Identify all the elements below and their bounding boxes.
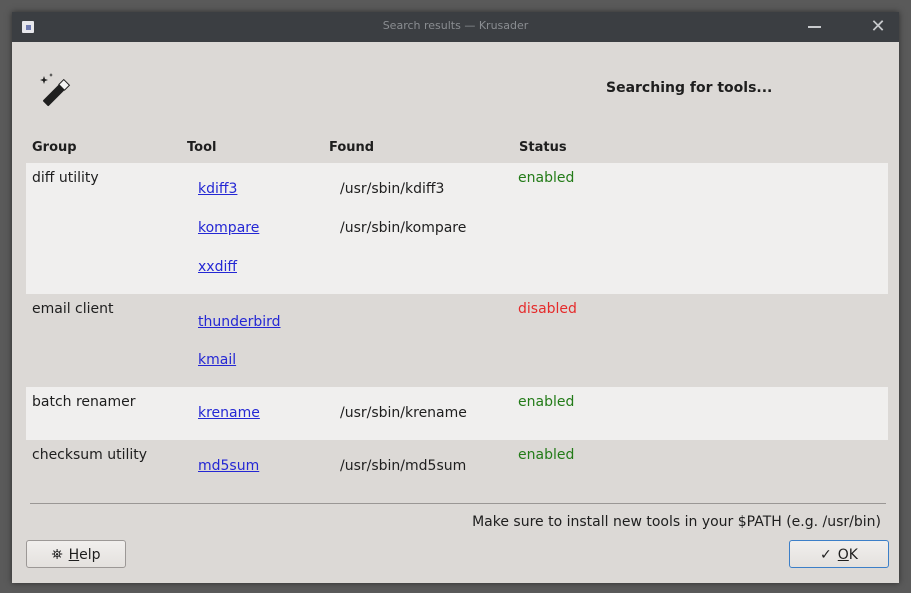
tool-path: /usr/sbin/kompare bbox=[340, 220, 467, 236]
group-row: batch renamer krename /usr/sbin/krename … bbox=[26, 387, 888, 440]
status-badge: disabled bbox=[518, 301, 577, 317]
ok-label: K bbox=[848, 547, 858, 563]
group-row: email client thunderbird kmail disabled bbox=[26, 294, 888, 387]
tool-link-kompare[interactable]: kompare bbox=[198, 220, 259, 236]
path-hint-text: Make sure to install new tools in your $… bbox=[472, 514, 881, 530]
minimize-icon[interactable] bbox=[808, 26, 821, 28]
group-name: diff utility bbox=[32, 170, 99, 186]
search-results-dialog: Search results — Krusader ✕ Searching fo… bbox=[12, 12, 899, 583]
tool-link-xxdiff[interactable]: xxdiff bbox=[198, 259, 237, 275]
tool-link-kmail[interactable]: kmail bbox=[198, 352, 236, 368]
group-row: checksum utility md5sum /usr/sbin/md5sum… bbox=[26, 440, 888, 493]
ok-mnemonic: O bbox=[837, 547, 849, 563]
tool-link-md5sum[interactable]: md5sum bbox=[198, 458, 259, 474]
help-button[interactable]: ⛯ Help bbox=[26, 540, 126, 568]
column-header-found: Found bbox=[329, 140, 375, 155]
tool-path: /usr/sbin/md5sum bbox=[340, 458, 467, 474]
status-badge: enabled bbox=[518, 394, 575, 410]
tool-path: /usr/sbin/krename bbox=[340, 405, 467, 421]
ok-button[interactable]: ✓ OK bbox=[789, 540, 889, 568]
tool-link-kdiff3[interactable]: kdiff3 bbox=[198, 181, 237, 197]
checkmark-icon: ✓ bbox=[820, 547, 832, 563]
tool-path: /usr/sbin/kdiff3 bbox=[340, 181, 445, 197]
column-header-tool: Tool bbox=[187, 140, 217, 155]
tool-link-krename[interactable]: krename bbox=[198, 405, 260, 421]
window-title: Search results — Krusader bbox=[382, 19, 529, 32]
column-header-group: Group bbox=[32, 140, 77, 155]
search-status-text: Searching for tools... bbox=[606, 80, 773, 96]
lifebuoy-icon: ⛯ bbox=[51, 547, 63, 563]
status-badge: enabled bbox=[518, 170, 575, 186]
tool-link-thunderbird[interactable]: thunderbird bbox=[198, 314, 281, 330]
group-name: batch renamer bbox=[32, 394, 136, 410]
title-bar[interactable]: Search results — Krusader ✕ bbox=[12, 12, 899, 42]
help-mnemonic: H bbox=[68, 547, 80, 563]
group-row: diff utility kdiff3 /usr/sbin/kdiff3 kom… bbox=[26, 163, 888, 294]
status-badge: enabled bbox=[518, 447, 575, 463]
help-label: elp bbox=[79, 547, 101, 563]
divider bbox=[30, 503, 886, 504]
column-header-status: Status bbox=[519, 140, 567, 155]
group-name: checksum utility bbox=[32, 447, 148, 463]
group-name: email client bbox=[32, 301, 114, 317]
close-icon[interactable]: ✕ bbox=[868, 17, 888, 37]
magic-wand-icon bbox=[40, 73, 71, 107]
